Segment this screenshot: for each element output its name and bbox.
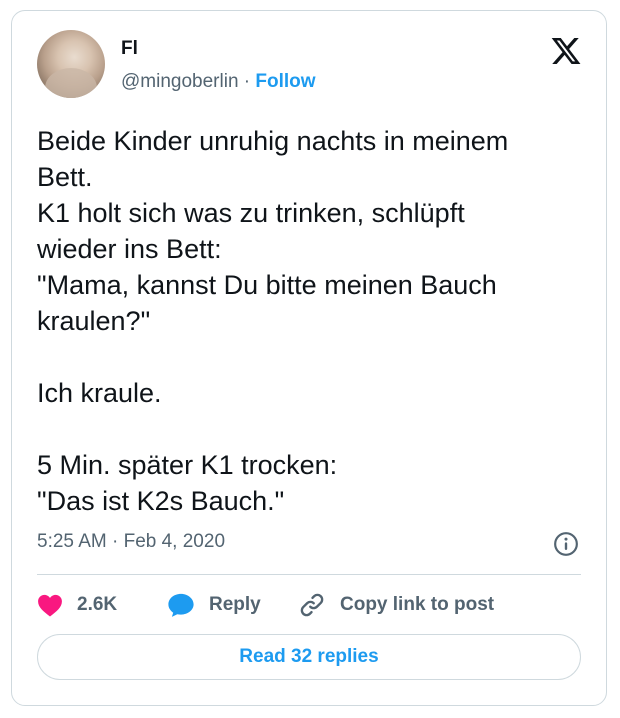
tweet-line: K1 holt sich was zu trinken, schlüpft [37, 198, 465, 228]
reply-label: Reply [209, 594, 261, 615]
tweet-line: wieder ins Bett: [37, 234, 222, 264]
link-icon [300, 593, 324, 617]
tweet-line: kraulen?" [37, 306, 151, 336]
follow-link[interactable]: Follow [255, 71, 315, 92]
tweet-line [37, 411, 582, 447]
like-count: 2.6K [77, 594, 118, 615]
heart-icon [38, 594, 62, 617]
tweet-text: Beide Kinder unruhig nachts in meinem Be… [37, 123, 582, 519]
author-handle[interactable]: @mingoberlin [121, 71, 239, 92]
reply-button[interactable]: Reply [167, 591, 261, 619]
read-replies-label: Read 32 replies [239, 646, 379, 667]
x-logo-icon[interactable] [550, 35, 582, 67]
separator-dot: · [243, 71, 251, 92]
tweet-line: "Das ist K2s Bauch." [37, 486, 285, 516]
divider [37, 574, 581, 575]
tweet-card: Fl @mingoberlin · Follow Beide Kinder un… [11, 10, 607, 706]
copy-link-label: Copy link to post [340, 594, 495, 615]
copy-link-button[interactable]: Copy link to post [298, 591, 494, 619]
tweet-timestamp[interactable]: 5:25 AM · Feb 4, 2020 [37, 531, 225, 553]
author-handle-row: @mingoberlin · Follow [121, 71, 316, 93]
tweet-line: Beide Kinder unruhig nachts in meinem [37, 126, 509, 156]
info-icon[interactable] [553, 531, 579, 557]
tweet-line: "Mama, kannst Du bitte meinen Bauch [37, 270, 497, 300]
tweet-line: 5 Min. später K1 trocken: [37, 450, 338, 480]
avatar[interactable] [37, 30, 105, 98]
speech-bubble-icon [168, 593, 194, 617]
read-replies-button[interactable]: Read 32 replies [37, 634, 581, 680]
tweet-line: Bett. [37, 162, 93, 192]
tweet-line: Ich kraule. [37, 378, 162, 408]
author-display-name[interactable]: Fl [121, 38, 138, 60]
tweet-line [37, 339, 582, 375]
like-button[interactable]: 2.6K [37, 591, 117, 619]
